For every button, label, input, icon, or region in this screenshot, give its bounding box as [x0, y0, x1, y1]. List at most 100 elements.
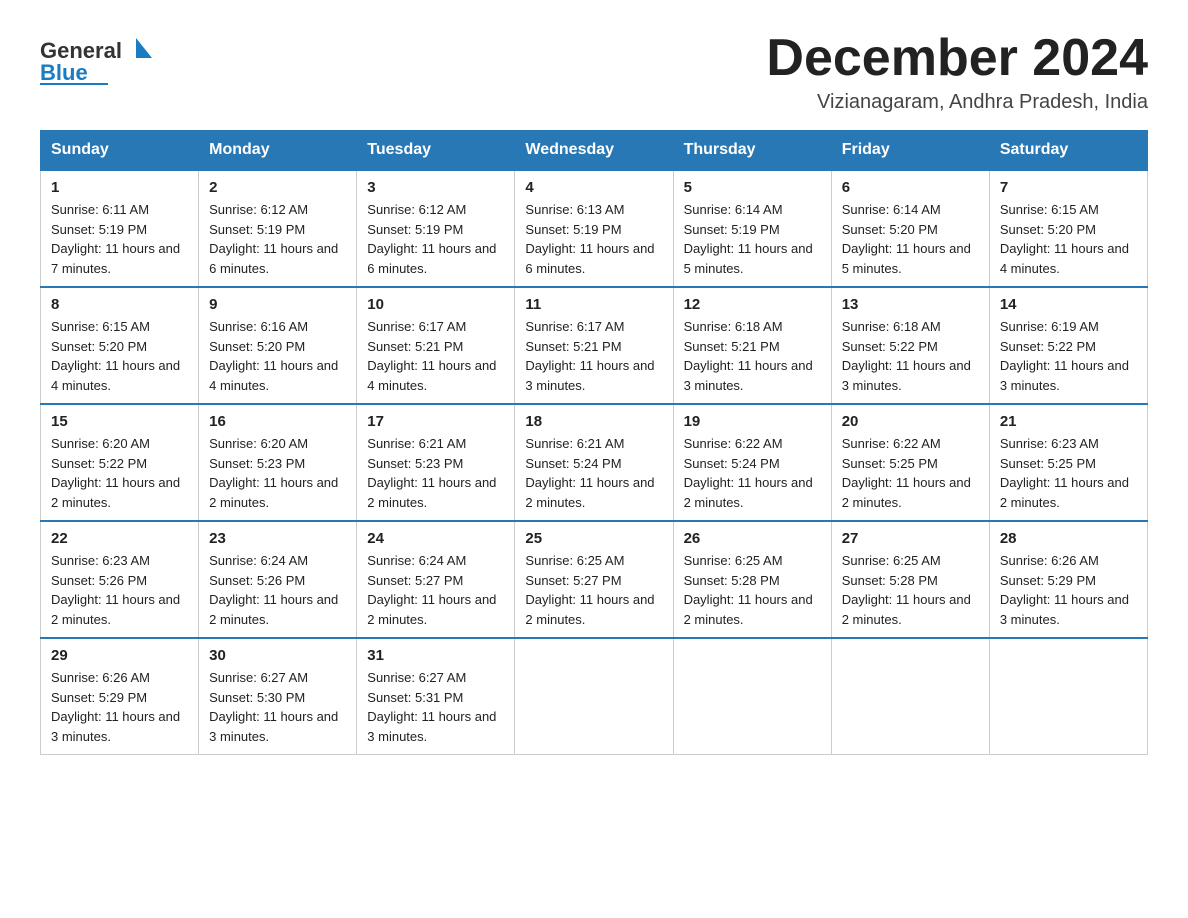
day-info: Sunrise: 6:18 AMSunset: 5:22 PMDaylight:…: [842, 317, 979, 395]
calendar-cell: 17 Sunrise: 6:21 AMSunset: 5:23 PMDaylig…: [357, 404, 515, 521]
calendar-week-row: 22 Sunrise: 6:23 AMSunset: 5:26 PMDaylig…: [41, 521, 1148, 638]
weekday-header-friday: Friday: [831, 131, 989, 171]
calendar-cell: 16 Sunrise: 6:20 AMSunset: 5:23 PMDaylig…: [199, 404, 357, 521]
day-info: Sunrise: 6:23 AMSunset: 5:25 PMDaylight:…: [1000, 434, 1137, 512]
weekday-header-wednesday: Wednesday: [515, 131, 673, 171]
calendar-cell: 7 Sunrise: 6:15 AMSunset: 5:20 PMDayligh…: [989, 170, 1147, 287]
day-info: Sunrise: 6:17 AMSunset: 5:21 PMDaylight:…: [367, 317, 504, 395]
calendar-cell: 28 Sunrise: 6:26 AMSunset: 5:29 PMDaylig…: [989, 521, 1147, 638]
day-number: 6: [842, 179, 979, 196]
day-info: Sunrise: 6:20 AMSunset: 5:22 PMDaylight:…: [51, 434, 188, 512]
calendar-cell: 19 Sunrise: 6:22 AMSunset: 5:24 PMDaylig…: [673, 404, 831, 521]
day-number: 26: [684, 530, 821, 547]
day-number: 1: [51, 179, 188, 196]
calendar-cell: 30 Sunrise: 6:27 AMSunset: 5:30 PMDaylig…: [199, 638, 357, 755]
day-info: Sunrise: 6:14 AMSunset: 5:20 PMDaylight:…: [842, 200, 979, 278]
day-info: Sunrise: 6:24 AMSunset: 5:26 PMDaylight:…: [209, 551, 346, 629]
calendar-cell: 10 Sunrise: 6:17 AMSunset: 5:21 PMDaylig…: [357, 287, 515, 404]
day-number: 21: [1000, 413, 1137, 430]
calendar-cell: 26 Sunrise: 6:25 AMSunset: 5:28 PMDaylig…: [673, 521, 831, 638]
weekday-header-thursday: Thursday: [673, 131, 831, 171]
day-number: 31: [367, 647, 504, 664]
day-info: Sunrise: 6:26 AMSunset: 5:29 PMDaylight:…: [1000, 551, 1137, 629]
logo-svg: General Blue: [40, 30, 170, 85]
calendar-cell: [515, 638, 673, 755]
day-info: Sunrise: 6:12 AMSunset: 5:19 PMDaylight:…: [367, 200, 504, 278]
day-info: Sunrise: 6:17 AMSunset: 5:21 PMDaylight:…: [525, 317, 662, 395]
weekday-header-tuesday: Tuesday: [357, 131, 515, 171]
day-info: Sunrise: 6:21 AMSunset: 5:23 PMDaylight:…: [367, 434, 504, 512]
day-info: Sunrise: 6:13 AMSunset: 5:19 PMDaylight:…: [525, 200, 662, 278]
day-info: Sunrise: 6:14 AMSunset: 5:19 PMDaylight:…: [684, 200, 821, 278]
calendar-cell: 15 Sunrise: 6:20 AMSunset: 5:22 PMDaylig…: [41, 404, 199, 521]
day-info: Sunrise: 6:25 AMSunset: 5:28 PMDaylight:…: [684, 551, 821, 629]
day-info: Sunrise: 6:15 AMSunset: 5:20 PMDaylight:…: [51, 317, 188, 395]
day-number: 2: [209, 179, 346, 196]
day-number: 4: [525, 179, 662, 196]
calendar-cell: 6 Sunrise: 6:14 AMSunset: 5:20 PMDayligh…: [831, 170, 989, 287]
logo: General Blue: [40, 30, 170, 85]
day-number: 15: [51, 413, 188, 430]
day-info: Sunrise: 6:19 AMSunset: 5:22 PMDaylight:…: [1000, 317, 1137, 395]
day-number: 13: [842, 296, 979, 313]
day-number: 24: [367, 530, 504, 547]
weekday-header-row: SundayMondayTuesdayWednesdayThursdayFrid…: [41, 131, 1148, 171]
day-info: Sunrise: 6:12 AMSunset: 5:19 PMDaylight:…: [209, 200, 346, 278]
day-number: 10: [367, 296, 504, 313]
calendar-cell: 12 Sunrise: 6:18 AMSunset: 5:21 PMDaylig…: [673, 287, 831, 404]
day-number: 20: [842, 413, 979, 430]
day-info: Sunrise: 6:11 AMSunset: 5:19 PMDaylight:…: [51, 200, 188, 278]
day-info: Sunrise: 6:15 AMSunset: 5:20 PMDaylight:…: [1000, 200, 1137, 278]
calendar-cell: 20 Sunrise: 6:22 AMSunset: 5:25 PMDaylig…: [831, 404, 989, 521]
calendar-week-row: 1 Sunrise: 6:11 AMSunset: 5:19 PMDayligh…: [41, 170, 1148, 287]
day-number: 11: [525, 296, 662, 313]
calendar-cell: 14 Sunrise: 6:19 AMSunset: 5:22 PMDaylig…: [989, 287, 1147, 404]
calendar-cell: 11 Sunrise: 6:17 AMSunset: 5:21 PMDaylig…: [515, 287, 673, 404]
title-block: December 2024 Vizianagaram, Andhra Prade…: [766, 30, 1148, 114]
calendar-cell: 3 Sunrise: 6:12 AMSunset: 5:19 PMDayligh…: [357, 170, 515, 287]
day-number: 8: [51, 296, 188, 313]
day-number: 14: [1000, 296, 1137, 313]
day-number: 28: [1000, 530, 1137, 547]
calendar-week-row: 15 Sunrise: 6:20 AMSunset: 5:22 PMDaylig…: [41, 404, 1148, 521]
weekday-header-monday: Monday: [199, 131, 357, 171]
day-info: Sunrise: 6:24 AMSunset: 5:27 PMDaylight:…: [367, 551, 504, 629]
svg-text:Blue: Blue: [40, 60, 88, 85]
calendar-cell: [673, 638, 831, 755]
day-number: 23: [209, 530, 346, 547]
calendar-cell: 9 Sunrise: 6:16 AMSunset: 5:20 PMDayligh…: [199, 287, 357, 404]
calendar-cell: 2 Sunrise: 6:12 AMSunset: 5:19 PMDayligh…: [199, 170, 357, 287]
day-number: 16: [209, 413, 346, 430]
day-number: 12: [684, 296, 821, 313]
day-number: 17: [367, 413, 504, 430]
calendar-week-row: 8 Sunrise: 6:15 AMSunset: 5:20 PMDayligh…: [41, 287, 1148, 404]
calendar-cell: 18 Sunrise: 6:21 AMSunset: 5:24 PMDaylig…: [515, 404, 673, 521]
calendar-cell: 25 Sunrise: 6:25 AMSunset: 5:27 PMDaylig…: [515, 521, 673, 638]
calendar-cell: 29 Sunrise: 6:26 AMSunset: 5:29 PMDaylig…: [41, 638, 199, 755]
day-number: 9: [209, 296, 346, 313]
calendar-cell: 24 Sunrise: 6:24 AMSunset: 5:27 PMDaylig…: [357, 521, 515, 638]
day-info: Sunrise: 6:22 AMSunset: 5:24 PMDaylight:…: [684, 434, 821, 512]
day-number: 5: [684, 179, 821, 196]
calendar-cell: [989, 638, 1147, 755]
day-number: 27: [842, 530, 979, 547]
month-title: December 2024: [766, 30, 1148, 87]
day-number: 29: [51, 647, 188, 664]
calendar-cell: 21 Sunrise: 6:23 AMSunset: 5:25 PMDaylig…: [989, 404, 1147, 521]
calendar-cell: 31 Sunrise: 6:27 AMSunset: 5:31 PMDaylig…: [357, 638, 515, 755]
day-number: 30: [209, 647, 346, 664]
calendar-cell: 23 Sunrise: 6:24 AMSunset: 5:26 PMDaylig…: [199, 521, 357, 638]
day-info: Sunrise: 6:21 AMSunset: 5:24 PMDaylight:…: [525, 434, 662, 512]
day-number: 3: [367, 179, 504, 196]
day-number: 25: [525, 530, 662, 547]
calendar-cell: 5 Sunrise: 6:14 AMSunset: 5:19 PMDayligh…: [673, 170, 831, 287]
day-info: Sunrise: 6:22 AMSunset: 5:25 PMDaylight:…: [842, 434, 979, 512]
day-number: 19: [684, 413, 821, 430]
calendar-table: SundayMondayTuesdayWednesdayThursdayFrid…: [40, 130, 1148, 755]
calendar-cell: 8 Sunrise: 6:15 AMSunset: 5:20 PMDayligh…: [41, 287, 199, 404]
day-number: 7: [1000, 179, 1137, 196]
day-info: Sunrise: 6:18 AMSunset: 5:21 PMDaylight:…: [684, 317, 821, 395]
calendar-cell: 4 Sunrise: 6:13 AMSunset: 5:19 PMDayligh…: [515, 170, 673, 287]
day-info: Sunrise: 6:27 AMSunset: 5:31 PMDaylight:…: [367, 668, 504, 746]
calendar-cell: 22 Sunrise: 6:23 AMSunset: 5:26 PMDaylig…: [41, 521, 199, 638]
